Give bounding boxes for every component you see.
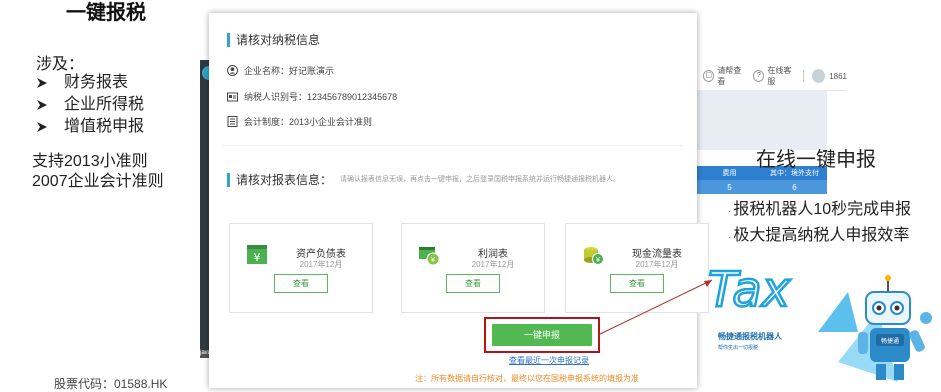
tax-logo: Tax <box>707 261 792 316</box>
dot-bullet-icon: · <box>728 206 732 217</box>
taxpayer-id: 纳税人识别号：123456789012345678 <box>244 92 398 102</box>
list-item: 财务报表 <box>36 72 144 94</box>
feature-label: 极大提高纳税人申报效率 <box>733 227 910 244</box>
company-name-row: 企业名称：好记账演示 <box>227 64 334 77</box>
view-button[interactable]: 查看 <box>446 274 500 293</box>
feature-item: · 报税机器人10秒完成申报 <box>728 198 911 224</box>
card-cash-flow: ¥ 现金流量表 2017年12月 查看 <box>565 223 709 313</box>
card-balance-sheet: ¥ 资产负债表 2017年12月 查看 <box>229 223 373 313</box>
support-line: 2007企业会计准则 <box>32 173 164 190</box>
income-statement-icon: ¥ <box>418 244 440 266</box>
accounting-system-row: 会计制度：2013小企业会计准则 <box>227 115 372 128</box>
robot-subcaption: 帮你生出一切报税 <box>718 345 759 351</box>
document-icon <box>227 116 238 127</box>
robot-badge: 畅捷通 <box>881 337 899 345</box>
footer-note: 注：所有数据请自行核对，最终以您在国税申报系统的填报为准 <box>415 374 639 383</box>
card-date: 2017年12月 <box>635 260 679 269</box>
arrow-bullet-icon <box>36 121 48 133</box>
involves-list: 财务报表 企业所得税 增值税申报 <box>36 72 144 138</box>
svg-text:¥: ¥ <box>596 256 601 264</box>
help-circle-icon[interactable]: ▢ <box>703 70 715 82</box>
topbar-user-phone[interactable]: 1861 <box>829 72 847 81</box>
table-header-cell: 费用 <box>722 170 737 177</box>
user-avatar[interactable] <box>812 69 826 83</box>
balance-sheet-icon: ¥ <box>246 244 268 266</box>
table-cell: 6 <box>792 182 797 192</box>
card-date: 2017年12月 <box>471 260 515 269</box>
involves-item-label: 增值税申报 <box>64 118 145 135</box>
report-section-note: 请确认报表信息无误，再点击一键申报，之后登录国税申报系统并运行畅捷通报税机器人。 <box>340 176 621 183</box>
dot-bullet-icon: · <box>728 232 732 243</box>
card-date: 2017年12月 <box>299 260 343 269</box>
topbar-separator <box>803 70 805 82</box>
card-title: 利润表 <box>478 249 508 260</box>
app-topbar: ▢ 请帮查看 ? 在线客服 1861 <box>697 62 847 91</box>
feature-list: · 报税机器人10秒完成申报 · 极大提高纳税人申报效率 <box>728 198 911 250</box>
online-filing-title: 在线一键申报 <box>756 149 876 171</box>
robot-caption: 畅捷通报税机器人 <box>718 332 782 341</box>
user-icon <box>227 65 238 76</box>
arrow-bullet-icon <box>36 77 48 89</box>
list-item: 企业所得税 <box>36 94 144 116</box>
support-line: 支持2013小准则 <box>32 153 148 170</box>
involves-item-label: 财务报表 <box>64 74 129 91</box>
topbar-help-link[interactable]: 请帮查看 <box>717 65 747 87</box>
report-section-label: 请核对报表信息： <box>236 173 333 187</box>
involves-label: 涉及： <box>36 56 85 73</box>
arrow-bullet-icon <box>36 99 48 111</box>
card-title: 资产负债表 <box>296 249 346 260</box>
feature-label: 报税机器人10秒完成申报 <box>733 201 912 218</box>
feature-item: · 极大提高纳税人申报效率 <box>728 224 911 250</box>
view-button[interactable]: 查看 <box>274 274 328 293</box>
section-divider <box>223 145 683 146</box>
history-link[interactable]: 查看最近一次申报记录 <box>509 355 589 366</box>
svg-text:¥: ¥ <box>254 251 261 264</box>
accounting-system: 会计制度：2013小企业会计准则 <box>244 117 373 127</box>
stock-code: 股票代码：01588.HK <box>54 377 168 391</box>
svg-text:¥: ¥ <box>431 256 436 264</box>
report-section-title: 请核对报表信息： 请确认报表信息无误，再点击一键申报，之后登录国税申报系统并运行… <box>227 173 620 187</box>
support-text: 支持2013小准则 2007企业会计准则 <box>32 152 164 192</box>
card-title: 现金流量表 <box>632 249 682 260</box>
one-click-file-button[interactable]: 一键申报 <box>492 324 592 346</box>
cash-flow-icon: ¥ <box>582 244 604 266</box>
app-banner <box>697 90 827 150</box>
topbar-service-link[interactable]: 在线客服 <box>767 65 797 87</box>
view-button[interactable]: 查看 <box>610 274 664 293</box>
taxpayer-id-row: 纳税人识别号：123456789012345678 <box>227 90 397 103</box>
submit-highlight-box: 一键申报 <box>484 317 600 353</box>
slide-title: 一键报税 <box>66 2 146 24</box>
question-icon[interactable]: ? <box>753 70 765 82</box>
tax-logo-text: Tax <box>708 262 791 316</box>
table-row: 5 6 <box>697 180 827 194</box>
robot-mascot-icon: 畅捷通 <box>818 275 932 382</box>
taxpayer-section-title: 请核对纳税信息 <box>227 33 320 47</box>
involves-item-label: 企业所得税 <box>64 96 145 113</box>
list-item: 增值税申报 <box>36 116 144 138</box>
card-income-statement: ¥ 利润表 2017年12月 查看 <box>401 223 545 313</box>
id-card-icon <box>227 91 238 102</box>
confirm-dialog: 请核对纳税信息 企业名称：好记账演示 纳税人识别号：12345678901234… <box>209 13 709 388</box>
company-name: 企业名称：好记账演示 <box>244 66 335 76</box>
table-cell: 5 <box>727 182 732 192</box>
